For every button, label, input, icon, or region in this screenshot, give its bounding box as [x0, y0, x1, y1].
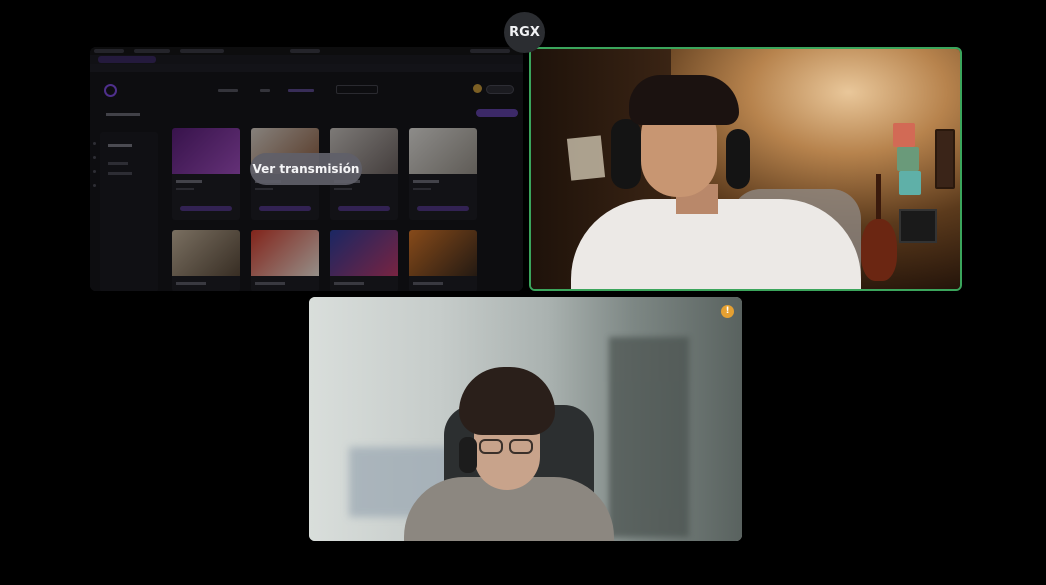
- headphones-icon: [611, 119, 641, 189]
- camera-tile-participant-2[interactable]: !: [309, 297, 742, 541]
- avatar-initials: RGX: [509, 25, 540, 40]
- camera-tile-participant-1[interactable]: [529, 47, 962, 291]
- watch-stream-button[interactable]: Ver transmisión: [250, 153, 362, 185]
- warning-icon[interactable]: !: [721, 305, 734, 318]
- screen-share-tile[interactable]: Ver transmisión: [90, 47, 523, 291]
- user-avatar[interactable]: RGX: [504, 12, 545, 53]
